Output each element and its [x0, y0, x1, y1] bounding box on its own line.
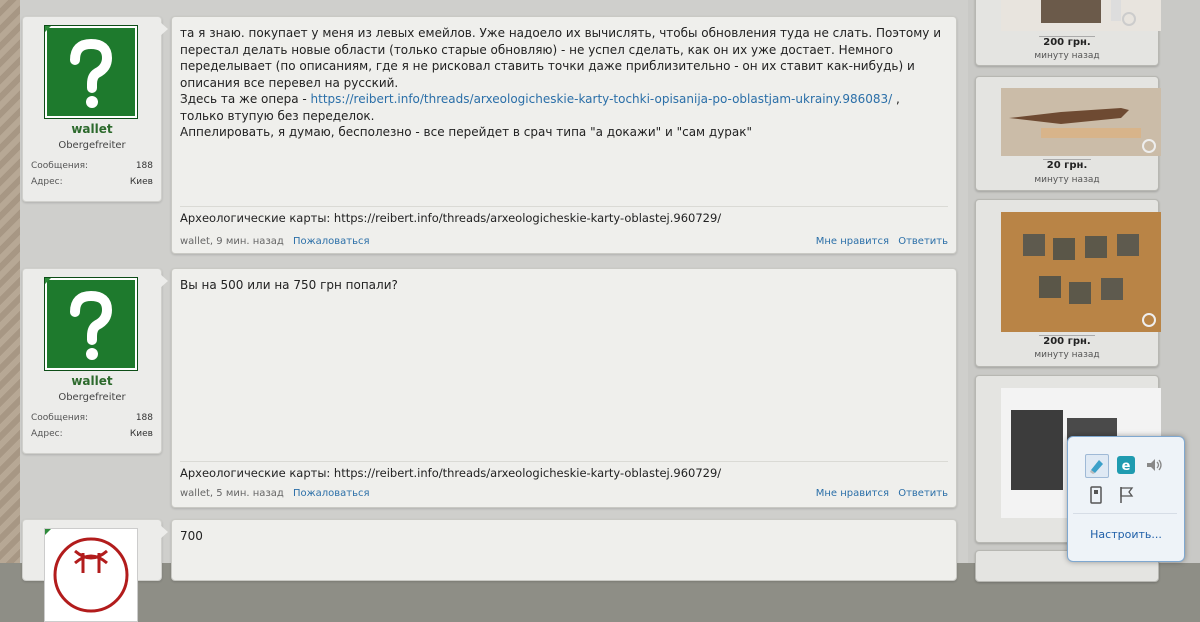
messages-count[interactable]: 188 [136, 161, 153, 171]
messages-stat: Сообщения: 188 [31, 161, 153, 171]
ad-photo [1001, 88, 1161, 156]
thread-link[interactable]: https://reibert.info/threads/arxeologich… [311, 92, 893, 106]
report-link[interactable]: Пожаловаться [293, 236, 370, 247]
customize-link[interactable]: Настроить... [1068, 528, 1184, 541]
post-author-time[interactable]: wallet, 9 мин. назад [180, 236, 284, 247]
usb-device-glyph [1090, 486, 1102, 504]
question-mark-icon [70, 290, 113, 360]
browser-e-icon[interactable]: e [1115, 454, 1137, 476]
ad-image[interactable] [1001, 212, 1161, 332]
user-title: Obergefreiter [58, 140, 126, 151]
user-info-block: wallet Obergefreiter Сообщения: 188 Адре… [22, 268, 162, 454]
message-box: Вы на 500 или на 750 грн попали? Археоло… [171, 268, 957, 508]
ad-price: 200 грн. [976, 335, 1158, 347]
address-label: Адрес: [31, 429, 63, 439]
user-title: Obergefreiter [58, 392, 126, 403]
ad-card[interactable]: 20 грн. минуту назад [975, 76, 1161, 191]
post-meta: wallet, 5 мин. назад Пожаловаться Мне нр… [180, 488, 948, 499]
avatar[interactable] [44, 277, 138, 371]
message-line: только втупую без переделок. [180, 108, 375, 123]
emblem-icon [53, 537, 129, 613]
like-link[interactable]: Мне нравится [816, 236, 889, 247]
message-body: Вы на 500 или на 750 грн попали? [180, 277, 948, 294]
user-info-block [22, 519, 162, 622]
address-label: Адрес: [31, 177, 63, 187]
ad-card[interactable]: 200 грн. минуту назад [975, 0, 1161, 66]
flag-glyph [1120, 487, 1134, 503]
ad-time: минуту назад [1034, 175, 1100, 185]
speaker-glyph [1147, 459, 1162, 471]
address-stat: Адрес: Киев [31, 429, 153, 439]
post-actions: Мне нравится Ответить [810, 236, 948, 247]
usb-device-icon[interactable] [1085, 484, 1107, 506]
ad-price: 200 грн. [976, 36, 1158, 48]
ad-image[interactable] [1001, 0, 1161, 31]
user-info-block: wallet Obergefreiter Сообщения: 188 Адре… [22, 16, 162, 202]
message-box: 700 [171, 519, 957, 581]
signature: Археологические карты: https://reibert.i… [180, 206, 948, 225]
ad-time: минуту назад [1034, 51, 1100, 61]
ad-photo [1041, 0, 1136, 26]
message-text: , [892, 92, 900, 106]
message-body: 700 [180, 528, 948, 545]
messages-label: Сообщения: [31, 413, 89, 423]
address-stat: Адрес: Киев [31, 177, 153, 187]
signature: Археологические карты: https://reibert.i… [180, 461, 948, 480]
message-line: та я знаю. покупает у меня из левых емей… [180, 26, 941, 40]
messages-stat: Сообщения: 188 [31, 413, 153, 423]
speaker-icon[interactable] [1143, 454, 1165, 476]
eraser-icon[interactable] [1085, 454, 1109, 478]
message-box: та я знаю. покупает у меня из левых емей… [171, 16, 957, 254]
report-link[interactable]: Пожаловаться [293, 488, 370, 499]
post-author-time[interactable]: wallet, 5 мин. назад [180, 488, 284, 499]
ad-card[interactable]: 200 грн. минуту назад [975, 199, 1161, 367]
question-mark-icon [70, 38, 113, 108]
ad-price: 20 грн. [976, 159, 1158, 171]
message-line: Здесь та же опера - https://reibert.info… [180, 91, 948, 108]
svg-text:e: e [1122, 459, 1131, 474]
flag-icon[interactable] [1115, 484, 1137, 506]
like-link[interactable]: Мне нравится [816, 488, 889, 499]
reply-link[interactable]: Ответить [898, 488, 948, 499]
message-line: переделывает (по описаниям, где я не рис… [180, 59, 915, 73]
message-line: Аппелировать, я думаю, бесполезно - все … [180, 125, 753, 139]
speech-arrow [160, 525, 168, 539]
address-value: Киев [129, 177, 153, 187]
message-text: Здесь та же опера - [180, 92, 311, 106]
message-line: перестал делать новые области (только ст… [180, 42, 893, 57]
divider [1073, 513, 1177, 514]
message-line: Вы на 500 или на 750 грн попали? [180, 278, 398, 292]
thread-content: wallet Obergefreiter Сообщения: 188 Адре… [20, 0, 968, 622]
post-meta: wallet, 9 мин. назад Пожаловаться Мне нр… [180, 236, 948, 247]
avatar[interactable] [44, 528, 138, 622]
reply-link[interactable]: Ответить [898, 236, 948, 247]
ad-time: минуту назад [1034, 350, 1100, 360]
avatar[interactable] [44, 25, 138, 119]
message-body: та я знаю. покупает у меня из левых емей… [180, 25, 948, 141]
tray-overflow-popup: e Настроить... [1067, 436, 1185, 562]
eraser-glyph [1090, 460, 1103, 474]
page-background-left [0, 0, 20, 563]
message-line: 700 [180, 529, 203, 543]
speech-arrow [160, 274, 168, 288]
browser-e-glyph: e [1117, 456, 1135, 474]
messages-label: Сообщения: [31, 161, 89, 171]
username-link[interactable]: wallet [23, 374, 161, 388]
post-actions: Мне нравится Ответить [810, 488, 948, 499]
username-link[interactable]: wallet [23, 122, 161, 136]
ad-image[interactable] [1001, 88, 1161, 156]
message-line: описания все перевел на русский. [180, 75, 399, 90]
speech-arrow [160, 22, 168, 36]
ad-photo [1001, 212, 1161, 332]
messages-count[interactable]: 188 [136, 413, 153, 423]
address-value: Киев [129, 429, 153, 439]
